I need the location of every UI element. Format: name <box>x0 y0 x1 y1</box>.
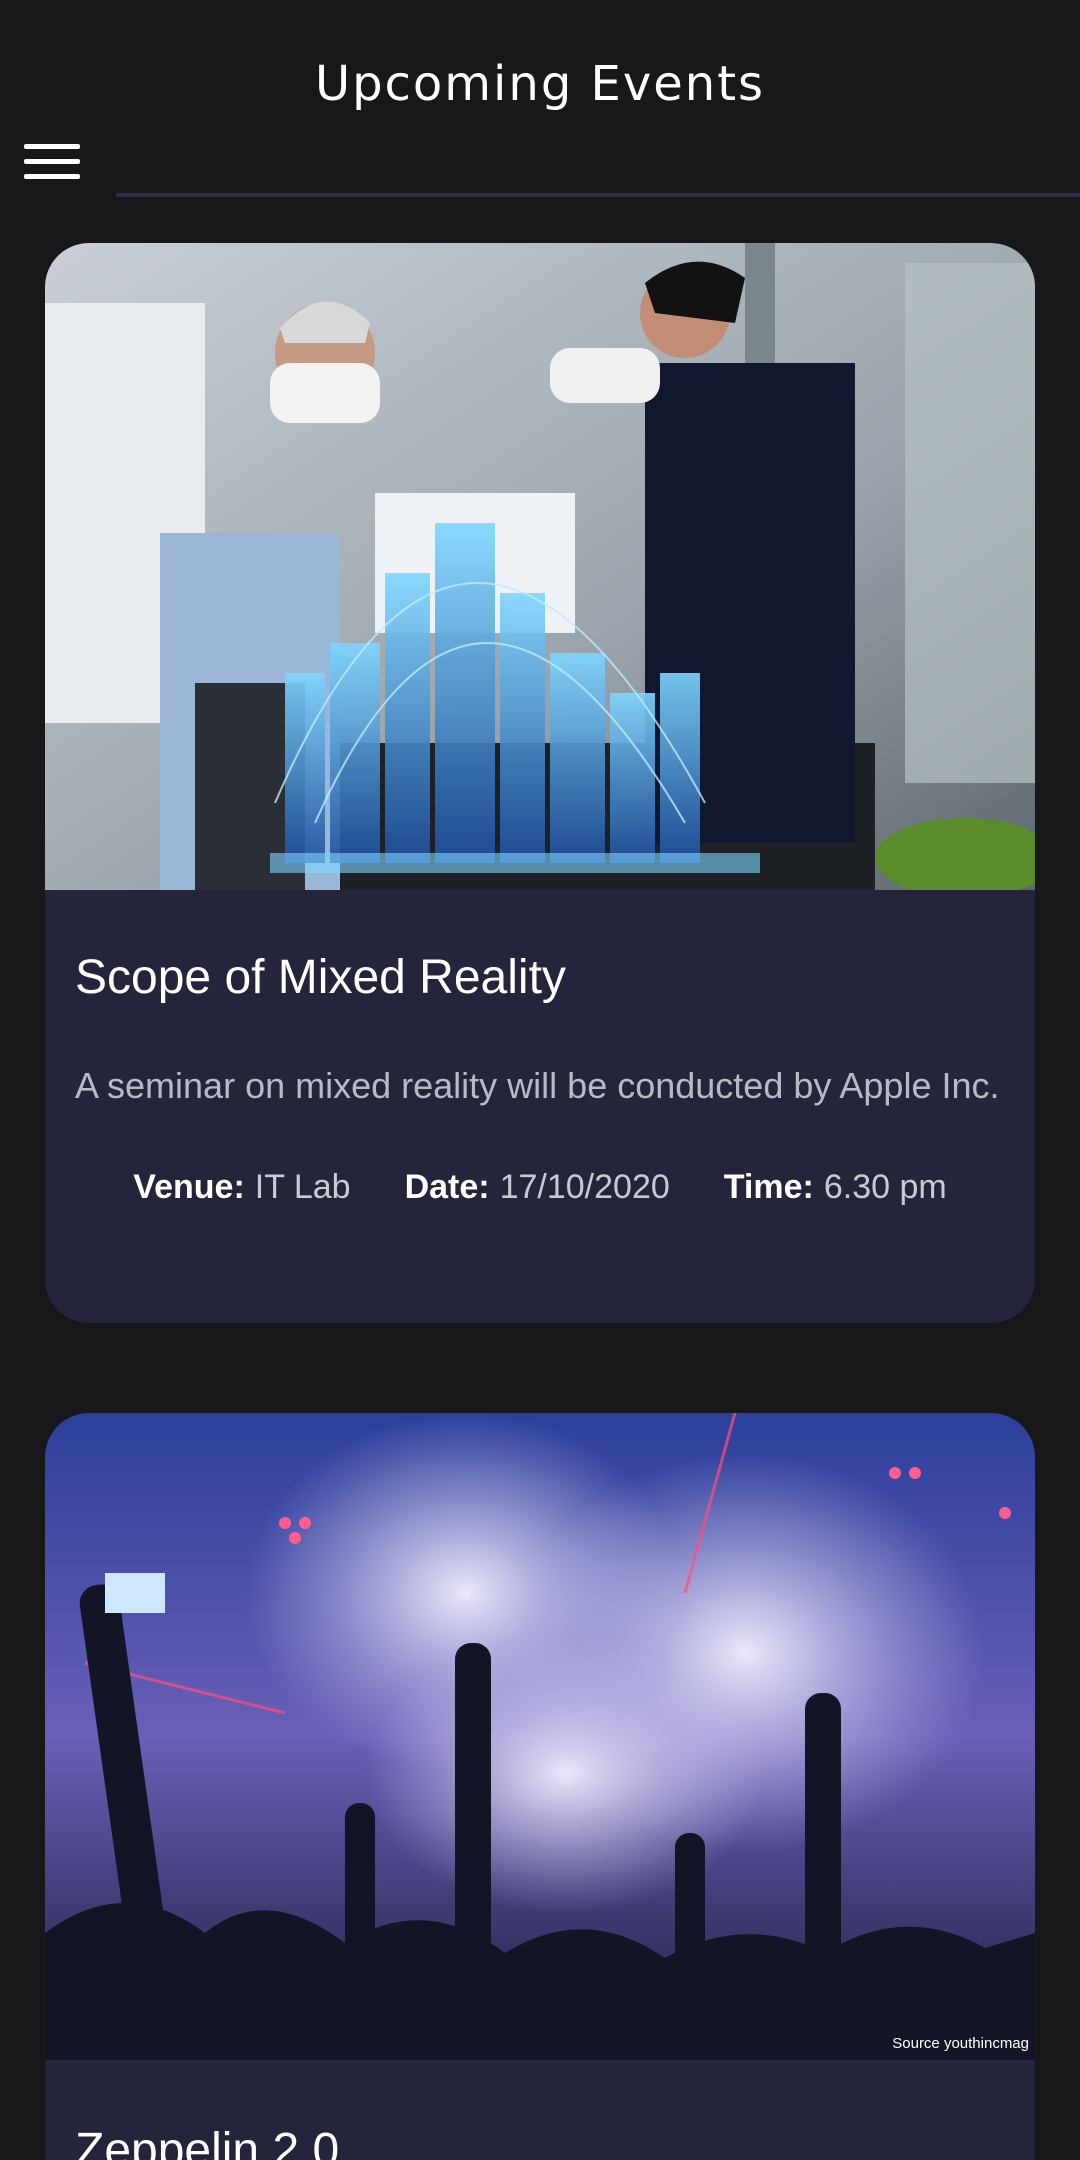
event-image-zeppelin: Source youthincmag <box>45 1413 1035 2060</box>
event-title: Zeppelin 2.0 <box>75 2124 340 2160</box>
page-title: Upcoming Events <box>314 56 766 112</box>
event-card-zeppelin[interactable]: Source youthincmag Zeppelin 2.0 <box>45 1413 1035 2160</box>
venue-info: Venue: IT Lab <box>133 1168 350 1207</box>
event-meta: Venue: IT Lab Date: 17/10/2020 Time: 6.3… <box>75 1168 1005 1207</box>
event-description: A seminar on mixed reality will be condu… <box>75 1065 1000 1106</box>
event-image-mixed-reality <box>45 243 1035 890</box>
hamburger-menu-icon[interactable] <box>20 140 84 190</box>
event-card-mixed-reality[interactable]: Scope of Mixed Reality A seminar on mixe… <box>45 243 1035 1323</box>
header-divider <box>116 193 1080 197</box>
app-header: Upcoming Events <box>0 0 1080 200</box>
venue-value: IT Lab <box>254 1168 351 1206</box>
time-value: 6.30 pm <box>823 1168 947 1206</box>
time-info: Time: 6.30 pm <box>724 1168 947 1207</box>
image-source-caption: Source youthincmag <box>892 2035 1029 2052</box>
date-value: 17/10/2020 <box>499 1168 670 1206</box>
date-label: Date: <box>404 1168 490 1206</box>
date-info: Date: 17/10/2020 <box>405 1168 670 1207</box>
venue-label: Venue: <box>133 1168 245 1206</box>
time-label: Time: <box>723 1168 814 1206</box>
event-title: Scope of Mixed Reality <box>75 951 566 1004</box>
